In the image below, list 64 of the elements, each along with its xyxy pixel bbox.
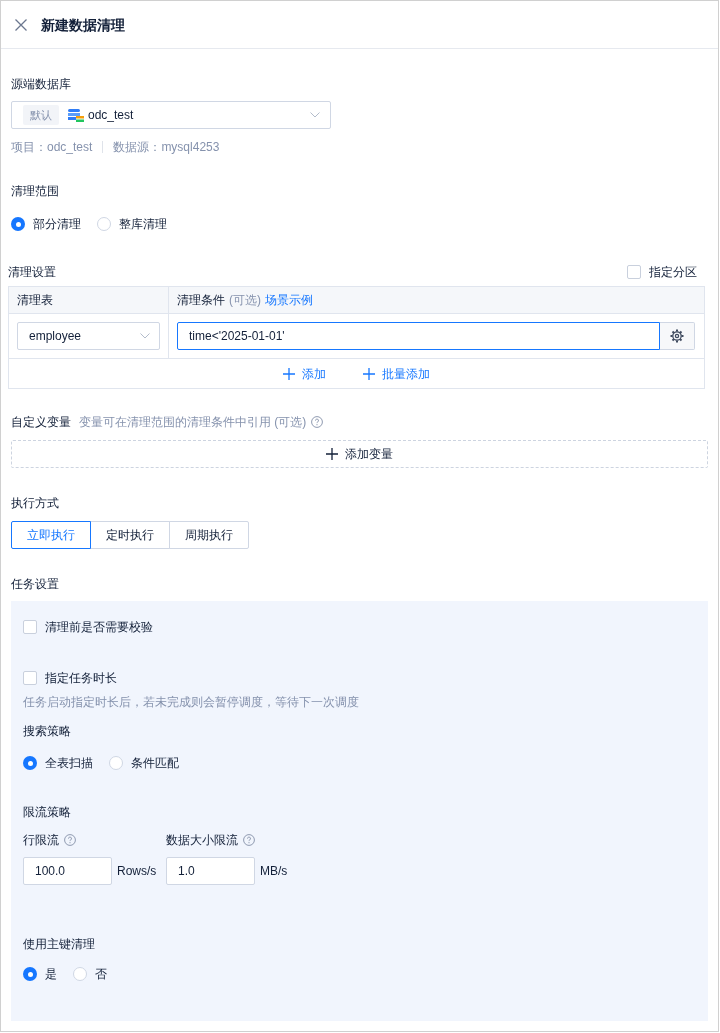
radio-button[interactable] (23, 756, 37, 770)
condition-input[interactable]: time<'2025-01-01' (177, 322, 660, 350)
radio-button[interactable] (97, 217, 111, 231)
radio-label[interactable]: 条件匹配 (131, 753, 179, 773)
section-label: 搜索策略 (23, 723, 71, 740)
mode-tab[interactable]: 立即执行 (11, 521, 91, 549)
settings-button[interactable] (660, 322, 695, 350)
section-label: 使用主键清理 (23, 936, 95, 953)
radio-button[interactable] (11, 217, 25, 231)
table-select[interactable]: employee (17, 322, 160, 350)
section-label: 清理范围 (11, 183, 59, 200)
chevron-down-icon (310, 112, 320, 118)
datasource-text: 数据源：mysql4253 (113, 139, 220, 156)
chevron-down-icon (140, 333, 150, 339)
checkbox[interactable] (23, 620, 37, 634)
section-label: 源端数据库 (11, 76, 71, 93)
add-button[interactable]: 批量添加 (363, 363, 430, 384)
hint-text: 变量可在清理范围的清理条件中引用 (可选) (79, 414, 307, 431)
drawer-title: 新建数据清理 (41, 15, 125, 35)
section-label: 清理设置 (8, 264, 56, 281)
help-icon[interactable] (64, 834, 76, 846)
radio-label[interactable]: 是 (45, 964, 57, 984)
radio-button[interactable] (109, 756, 123, 770)
limit-input[interactable]: 1.0 (166, 857, 255, 885)
checkbox[interactable] (627, 265, 641, 279)
unit-label: Rows/s (117, 863, 157, 880)
add-variable-button[interactable]: 添加变量 (11, 440, 708, 468)
help-icon[interactable] (311, 416, 324, 428)
add-button[interactable]: 添加 (283, 363, 326, 384)
radio-label[interactable]: 全表扫描 (45, 753, 93, 773)
gear-icon (670, 329, 684, 343)
example-link[interactable]: 场景示例 (265, 290, 313, 310)
radio-label[interactable]: 否 (95, 964, 107, 984)
checkbox-label[interactable]: 指定分区 (649, 262, 697, 282)
optional-hint: (可选) (229, 292, 261, 309)
close-icon[interactable] (15, 18, 27, 31)
plus-icon (363, 367, 375, 380)
limit-input[interactable]: 100.0 (23, 857, 112, 885)
radio-label[interactable]: 整库清理 (119, 214, 167, 234)
database-icon (68, 108, 84, 122)
radio-label[interactable]: 部分清理 (33, 214, 81, 234)
checkbox-label[interactable]: 清理前是否需要校验 (45, 617, 153, 637)
plus-icon (283, 367, 295, 380)
column-header: 清理表 (17, 292, 53, 309)
checkbox[interactable] (23, 671, 37, 685)
help-icon[interactable] (243, 834, 255, 846)
section-label: 限流策略 (23, 804, 71, 821)
radio-button[interactable] (23, 967, 37, 981)
section-label: 任务设置 (11, 576, 59, 593)
checkbox-label[interactable]: 指定任务时长 (45, 668, 117, 688)
default-tag: 默认 (23, 105, 59, 125)
project-text: 项目：odc_test (11, 139, 93, 156)
radio-button[interactable] (73, 967, 87, 981)
field-label: 数据大小限流 (166, 832, 238, 849)
database-select[interactable]: 默认 odc_test (11, 101, 331, 129)
section-label: 自定义变量 (11, 414, 71, 431)
mode-tab[interactable]: 周期执行 (169, 521, 249, 549)
unit-label: MB/s (260, 863, 288, 880)
mode-tab[interactable]: 定时执行 (90, 521, 170, 549)
hint-text: 任务启动指定时长后，若未完成则会暂停调度，等待下一次调度 (23, 694, 359, 711)
field-label: 行限流 (23, 832, 59, 849)
section-label: 执行方式 (11, 495, 59, 512)
plus-icon (326, 448, 338, 460)
column-header: 清理条件 (177, 292, 225, 309)
